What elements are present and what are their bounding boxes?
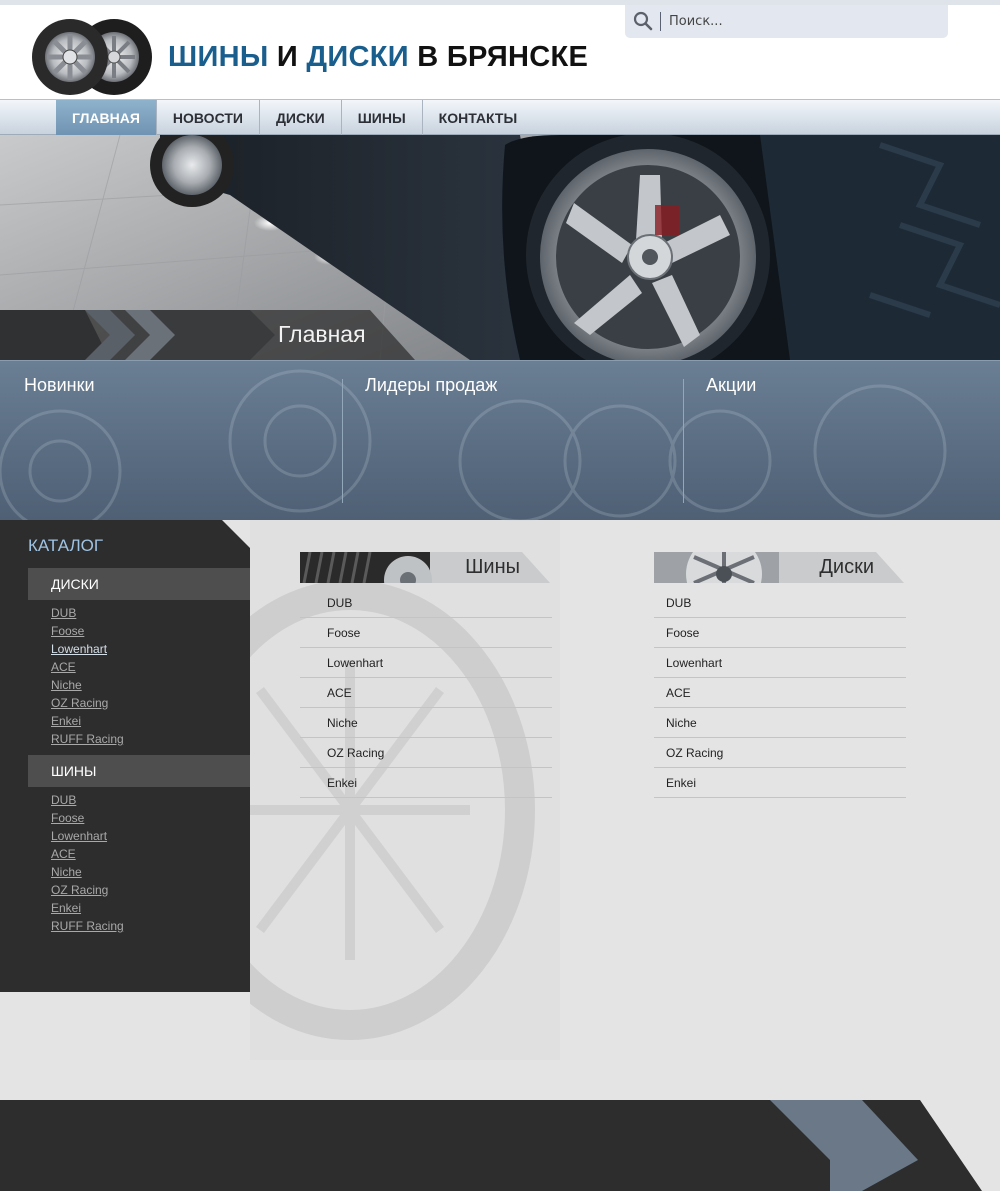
wheels-list: DUB Foose Lowenhart ACE Niche OZ Racing Enkei: [654, 588, 906, 798]
tires-block: Шины DUB Foose Lowenhart ACE Niche OZ Racing E…: [300, 552, 552, 798]
sidebar-link[interactable]: Foose: [51, 624, 84, 638]
sidebar-link[interactable]: DUB: [51, 793, 76, 807]
feature-background: [0, 369, 947, 521]
site-title-part: ДИСКИ: [306, 41, 409, 73]
sidebar-list-item: Enkei: [51, 712, 124, 730]
sidebar-list-item: Foose: [51, 809, 124, 827]
sidebar-group-tires[interactable]: ШИНЫ: [28, 755, 250, 787]
sidebar-list-tires: DUB Foose Lowenhart ACE Niche OZ Racing Enkei R…: [51, 791, 124, 935]
brand-list-item[interactable]: ACE: [654, 678, 906, 708]
hero-banner: Главная: [0, 135, 1000, 360]
sidebar-link[interactable]: OZ Racing: [51, 883, 108, 897]
tires-list: DUB Foose Lowenhart ACE Niche OZ Racing Enkei: [300, 588, 552, 798]
main-content: Шины DUB Foose Lowenhart ACE Niche OZ Racing E…: [250, 520, 1000, 1100]
sidebar-link[interactable]: Lowenhart: [51, 829, 107, 843]
nav-item[interactable]: НОВОСТИ: [157, 100, 260, 135]
sidebar-link[interactable]: Enkei: [51, 901, 81, 915]
sidebar-link[interactable]: ACE: [51, 660, 76, 674]
sidebar-list-item: RUFF Racing: [51, 730, 124, 748]
brand-list-item[interactable]: Niche: [654, 708, 906, 738]
brand-list-item[interactable]: Lowenhart: [300, 648, 552, 678]
sidebar-link[interactable]: DUB: [51, 606, 76, 620]
brand-list-item[interactable]: DUB: [654, 588, 906, 618]
sidebar-link[interactable]: OZ Racing: [51, 696, 108, 710]
nav-item[interactable]: ШИНЫ: [342, 100, 423, 135]
sidebar-link[interactable]: Niche: [51, 865, 82, 879]
feature-bestsellers[interactable]: Лидеры продаж: [365, 375, 497, 396]
nav-item[interactable]: ГЛАВНАЯ: [56, 100, 157, 135]
search-box: [625, 5, 948, 38]
sidebar-list-item: OZ Racing: [51, 881, 124, 899]
sidebar-list-item: ACE: [51, 658, 124, 676]
site-footer: [0, 1100, 1000, 1191]
catalog-sidebar: КАТАЛОГ ДИСКИ DUB Foose Lowenhart ACE Niche O…: [0, 520, 250, 992]
feature-new[interactable]: Новинки: [24, 375, 95, 396]
main-nav: ГЛАВНАЯ НОВОСТИ ДИСКИ ШИНЫ КОНТАКТЫ: [0, 99, 1000, 135]
brand-list-item[interactable]: Foose: [654, 618, 906, 648]
tires-logo-icon[interactable]: [30, 15, 154, 97]
search-separator: [660, 12, 661, 31]
brand-list-item[interactable]: Enkei: [300, 768, 552, 798]
sidebar-list-item: Lowenhart: [51, 827, 124, 845]
footer-decoration: [770, 1100, 1000, 1191]
sidebar-list-item: Enkei: [51, 899, 124, 917]
sidebar-list-item: OZ Racing: [51, 694, 124, 712]
sidebar-title: КАТАЛОГ: [28, 536, 104, 555]
sidebar-group-wheels[interactable]: ДИСКИ: [28, 568, 250, 600]
sidebar-list-item: Lowenhart: [51, 640, 124, 658]
sidebar-link[interactable]: Lowenhart: [51, 642, 107, 656]
sidebar-list-wheels: DUB Foose Lowenhart ACE Niche OZ Racing Enkei R…: [51, 604, 124, 748]
sidebar-link[interactable]: Niche: [51, 678, 82, 692]
magnifier-icon[interactable]: [632, 10, 654, 32]
sidebar-list-item: ACE: [51, 845, 124, 863]
brand-list-item[interactable]: Foose: [300, 618, 552, 648]
page-title: Главная: [278, 321, 366, 347]
brand-list-item[interactable]: Niche: [300, 708, 552, 738]
feature-band: Новинки Лидеры продаж Акции: [0, 360, 1000, 521]
brand-list-item[interactable]: OZ Racing: [300, 738, 552, 768]
sidebar-link[interactable]: Foose: [51, 811, 84, 825]
sidebar-link[interactable]: RUFF Racing: [51, 732, 124, 746]
sidebar-list-item: Foose: [51, 622, 124, 640]
brand-list-item[interactable]: Lowenhart: [654, 648, 906, 678]
feature-divider: [683, 379, 684, 503]
sidebar-list-item: Niche: [51, 863, 124, 881]
tires-block-header[interactable]: Шины: [300, 552, 550, 583]
sidebar-list-item: RUFF Racing: [51, 917, 124, 935]
brand-list-item[interactable]: OZ Racing: [654, 738, 906, 768]
nav-item[interactable]: КОНТАКТЫ: [423, 100, 533, 135]
feature-divider: [342, 379, 343, 503]
sidebar-list-item: Niche: [51, 676, 124, 694]
sidebar-list-item: DUB: [51, 604, 124, 622]
brand-list-item[interactable]: ACE: [300, 678, 552, 708]
sidebar-list-item: DUB: [51, 791, 124, 809]
feature-promotions[interactable]: Акции: [706, 375, 756, 396]
site-title-part: ШИНЫ: [168, 41, 269, 73]
banner-image: [0, 135, 1000, 360]
wheels-block-title: Диски: [819, 556, 874, 578]
site-header: ШИНЫ И ДИСКИ В БРЯНСКЕ: [0, 0, 1000, 100]
wheels-block-header[interactable]: Диски: [654, 552, 904, 583]
brand-list-item[interactable]: DUB: [300, 588, 552, 618]
nav-item[interactable]: ДИСКИ: [260, 100, 342, 135]
site-title: ШИНЫ И ДИСКИ В БРЯНСКЕ: [168, 41, 588, 74]
tires-block-title: Шины: [465, 556, 520, 578]
wheels-block: Диски DUB Foose Lowenhart ACE Niche OZ Racing…: [654, 552, 906, 798]
site-title-part: В БРЯНСКЕ: [408, 41, 589, 73]
sidebar-link[interactable]: RUFF Racing: [51, 919, 124, 933]
search-input[interactable]: [669, 11, 939, 32]
brand-list-item[interactable]: Enkei: [654, 768, 906, 798]
sidebar-link[interactable]: Enkei: [51, 714, 81, 728]
sidebar-link[interactable]: ACE: [51, 847, 76, 861]
nav-items: ГЛАВНАЯ НОВОСТИ ДИСКИ ШИНЫ КОНТАКТЫ: [56, 100, 533, 135]
site-title-part: И: [268, 41, 307, 73]
